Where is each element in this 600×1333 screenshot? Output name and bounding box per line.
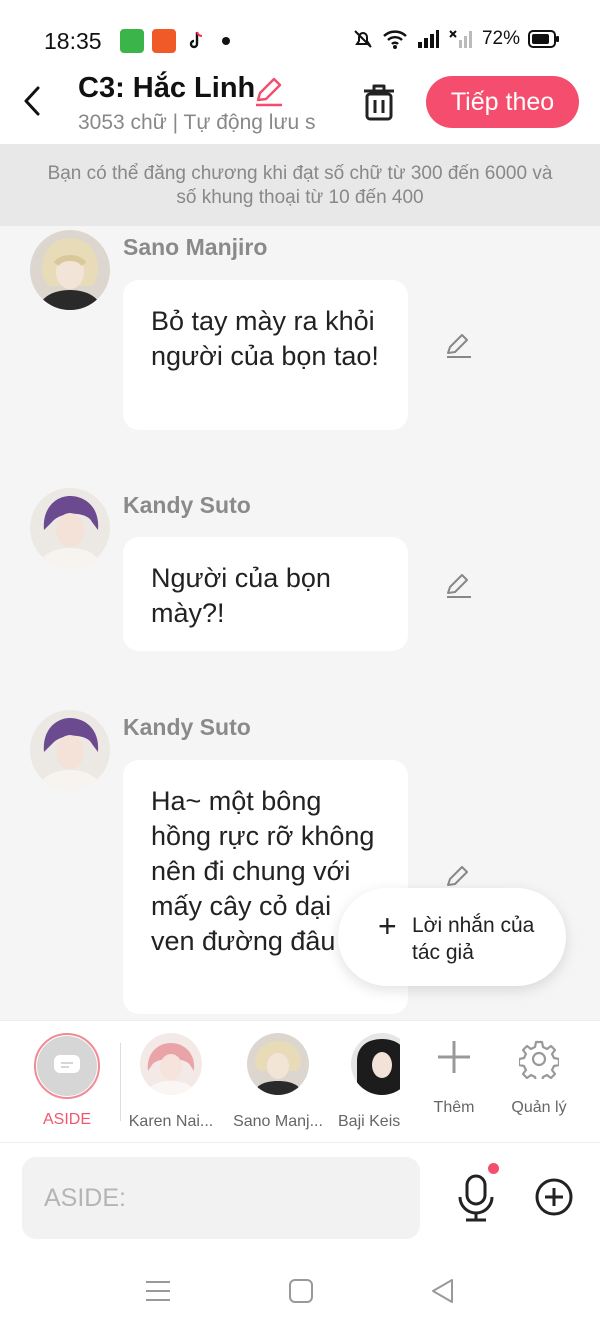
plus-icon: +	[378, 908, 397, 944]
character-sano[interactable]: Sano Manj...	[230, 1033, 326, 1131]
character-label: Sano Manj...	[233, 1113, 323, 1130]
edit-title-icon[interactable]	[252, 74, 286, 108]
battery-icon	[528, 30, 559, 48]
manage-label: Quản lý	[511, 1099, 567, 1116]
add-label: Thêm	[433, 1099, 475, 1116]
avatar-kandy-suto[interactable]	[30, 710, 110, 790]
speaker-name: Kandy Suto	[123, 492, 251, 518]
plus-icon	[438, 1041, 470, 1073]
character-bar: ASIDE Karen Nai... Sano Manj... Baji Kei…	[0, 1020, 600, 1142]
edit-message-icon[interactable]	[444, 570, 474, 600]
avatar	[351, 1033, 400, 1095]
signal-icon	[417, 30, 439, 48]
author-note-button[interactable]: + Lời nhắn của tác giả	[338, 888, 566, 986]
chapter-header: C3: Hắc Linh 3053 chữ | Tự động lưu s Ti…	[0, 68, 600, 146]
manage-button[interactable]: Quản lý	[504, 1039, 574, 1117]
avatar-sano-manjiro[interactable]	[30, 230, 110, 310]
message-bubble[interactable]: Bỏ tay mày ra khỏi người của bọn tao!	[123, 280, 408, 430]
app-notification-icon	[152, 29, 176, 53]
author-note-label: Lời nhắn của tác giả	[412, 914, 535, 964]
publish-notice: Bạn có thể đăng chương khi đạt số chữ từ…	[0, 144, 600, 226]
chapter-title: C3: Hắc Linh	[78, 72, 256, 104]
avatar	[140, 1033, 202, 1095]
tiktok-icon	[184, 29, 208, 53]
more-notifications-icon	[222, 37, 230, 45]
character-karen[interactable]: Karen Nai...	[126, 1033, 216, 1131]
menu-icon[interactable]	[143, 1276, 173, 1306]
message-input[interactable]	[22, 1157, 420, 1239]
speaker-name: Kandy Suto	[123, 714, 251, 740]
notification-dot	[488, 1163, 499, 1174]
notification-icons	[120, 29, 230, 53]
character-aside[interactable]: ASIDE	[30, 1033, 104, 1129]
message-icon	[54, 1055, 80, 1073]
divider	[120, 1043, 121, 1121]
add-character-button[interactable]: Thêm	[424, 1039, 484, 1117]
microphone-icon[interactable]	[456, 1173, 496, 1223]
aside-avatar	[34, 1033, 100, 1099]
add-circle-icon[interactable]	[534, 1177, 574, 1217]
input-bar	[0, 1142, 600, 1250]
wifi-icon	[383, 30, 407, 49]
status-time: 18:35	[44, 28, 102, 54]
battery-percent: 72%	[481, 28, 520, 49]
signal-off-icon	[449, 30, 472, 48]
character-label: Baji Keis	[338, 1113, 400, 1130]
back-button[interactable]	[18, 84, 46, 118]
trash-icon[interactable]	[360, 82, 398, 122]
system-status: 72%	[352, 28, 560, 50]
system-nav-bar	[0, 1250, 600, 1333]
avatar-kandy-suto[interactable]	[30, 488, 110, 568]
app-notification-icon	[120, 29, 144, 53]
home-icon[interactable]	[286, 1276, 316, 1306]
back-nav-icon[interactable]	[428, 1276, 458, 1306]
character-label: Karen Nai...	[128, 1113, 214, 1130]
next-button[interactable]: Tiếp theo	[426, 76, 579, 128]
mute-icon	[354, 30, 372, 48]
character-baji[interactable]: Baji Keis	[338, 1033, 400, 1131]
avatar	[247, 1033, 309, 1095]
speaker-name: Sano Manjiro	[123, 234, 268, 260]
gear-icon	[519, 1040, 559, 1079]
message-bubble[interactable]: Người của bọn mày?!	[123, 537, 408, 651]
chapter-subtitle: 3053 chữ | Tự động lưu s	[78, 111, 316, 134]
character-label: ASIDE	[42, 1111, 91, 1128]
edit-message-icon[interactable]	[444, 330, 474, 360]
